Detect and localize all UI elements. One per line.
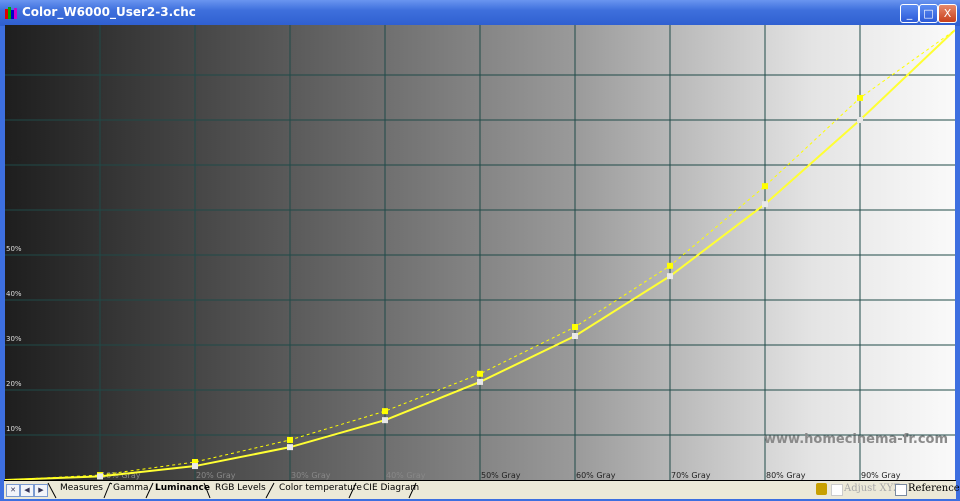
close-button[interactable]: X <box>938 4 957 23</box>
y-tick-label: 30% <box>6 335 22 343</box>
app-icon <box>5 7 18 19</box>
shield-icon <box>816 483 827 495</box>
app-window: Color_W6000_User2-3.chc _ □ X 10% 20% 30% 4… <box>0 0 960 501</box>
reference-checkbox[interactable] <box>895 484 907 496</box>
data-point <box>192 463 198 470</box>
y-tick-label: 90% <box>6 65 22 73</box>
title-bar: Color_W6000_User2-3.chc _ □ X <box>0 0 960 26</box>
y-tick-label: 40% <box>6 290 22 298</box>
data-point <box>382 408 388 415</box>
window-title: Color_W6000_User2-3.chc <box>22 5 196 19</box>
x-tick-label: 50% Gray <box>481 471 521 480</box>
data-point <box>667 262 673 269</box>
chart-svg: 10%20%30%40%50%60%70%80%90%10% Gray 20% G… <box>5 25 955 480</box>
y-tick-label: 70% <box>6 155 22 163</box>
data-point <box>762 183 768 190</box>
watermark: www.homecinema-fr.com <box>764 432 948 447</box>
x-tick-label: 80% Gray <box>766 471 806 480</box>
y-tick-label: 50% <box>6 245 22 253</box>
data-point <box>382 417 388 424</box>
minimize-button[interactable]: _ <box>900 4 919 23</box>
data-point <box>287 444 293 451</box>
x-tick-label: 30% Gray <box>291 471 331 480</box>
data-point <box>857 94 863 101</box>
data-point <box>857 117 863 123</box>
x-tick-label: 40% Gray <box>386 471 426 480</box>
data-point <box>287 436 293 443</box>
x-tick-label: 90% Gray <box>861 471 901 480</box>
x-tick-label: 70% Gray <box>671 471 711 480</box>
y-tick-label: 80% <box>6 110 22 118</box>
y-tick-label: 10% <box>6 425 22 433</box>
data-point <box>477 370 483 377</box>
adjust-xyz-label: Adjust XYZ <box>844 483 901 494</box>
x-tick-label: 20% Gray <box>196 471 236 480</box>
x-tick-label: 60% Gray <box>576 471 616 480</box>
data-point <box>97 473 103 480</box>
data-point <box>477 378 483 385</box>
data-point <box>572 324 578 330</box>
data-point <box>572 333 578 339</box>
tab-bar: ✕ ◀ ▶ Measures Gamma Luminance RGB Level… <box>4 480 960 499</box>
reference-label: Reference <box>908 483 960 494</box>
maximize-button[interactable]: □ <box>919 4 938 23</box>
luminance-chart: 10% 20% 30% 40% 50% 60% 70% 80% 90% 10% Gray 20% G… <box>5 25 955 480</box>
tab-separators <box>47 482 417 499</box>
y-tick-label: 60% <box>6 200 22 208</box>
adjust-xyz-checkbox[interactable] <box>831 484 843 496</box>
data-point <box>762 201 768 208</box>
y-tick-label: 20% <box>6 380 22 388</box>
data-point <box>667 273 673 280</box>
